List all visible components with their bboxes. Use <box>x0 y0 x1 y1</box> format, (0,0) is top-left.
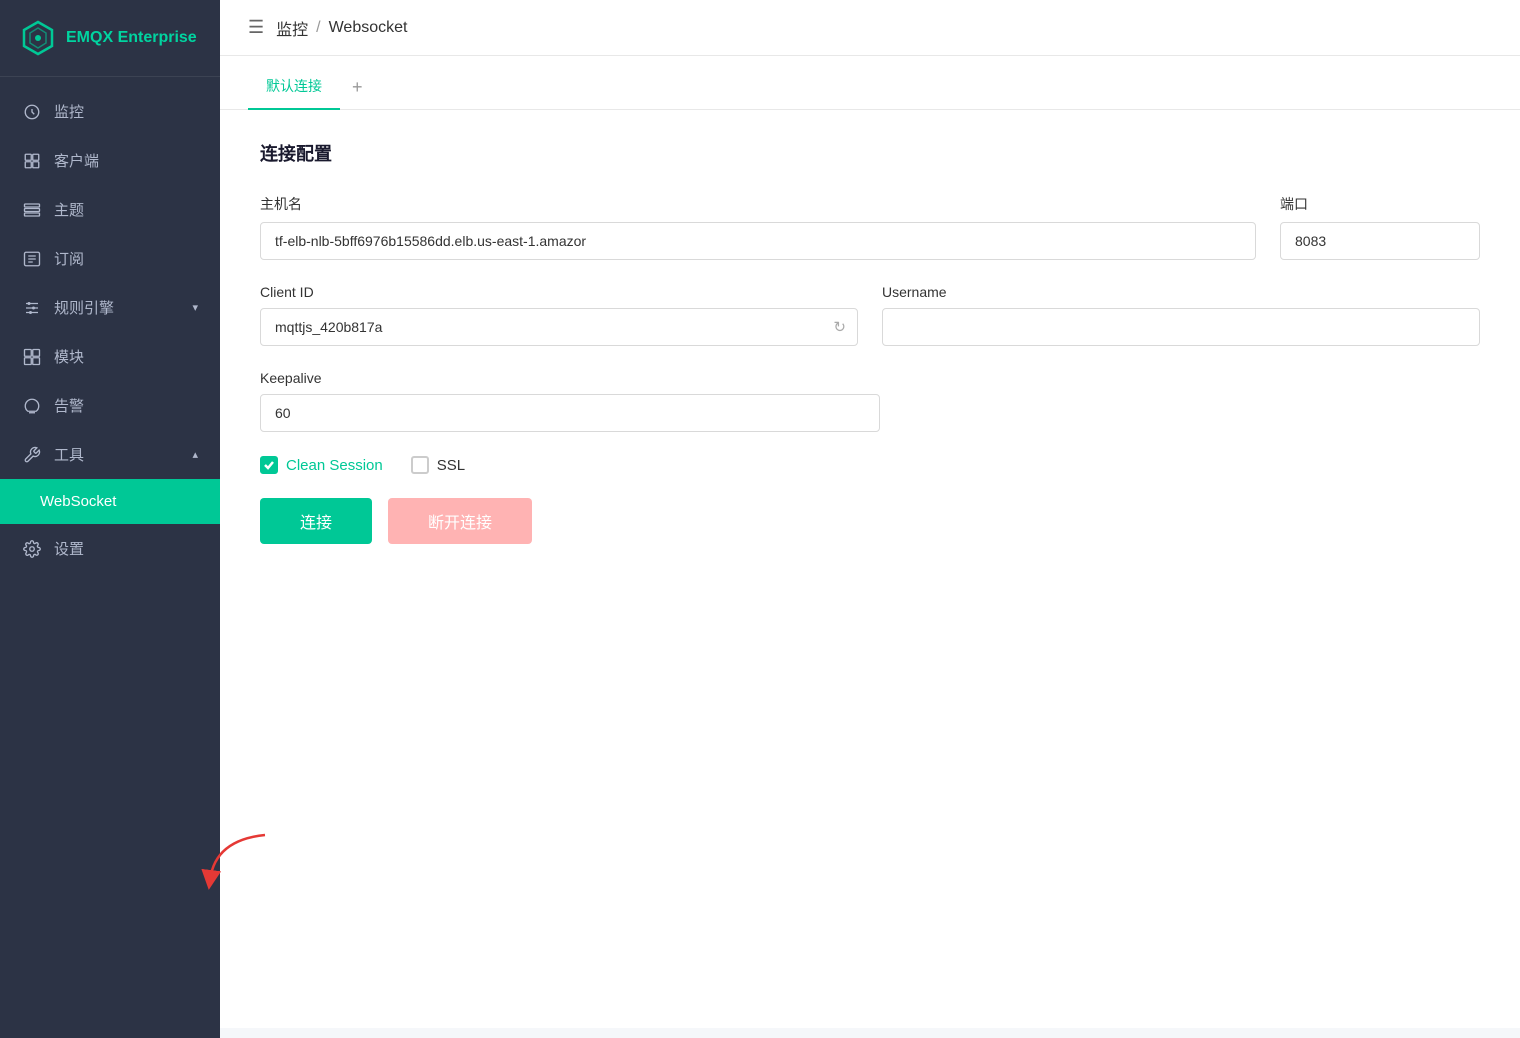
main-area: ☰ 监控 / Websocket 默认连接 + 连接配置 主机名 <box>220 0 1520 1038</box>
sidebar-item-topics[interactable]: 主题 <box>0 185 220 234</box>
section-title: 连接配置 <box>260 140 1480 166</box>
clean-session-checkbox[interactable] <box>260 456 278 474</box>
sidebar-item-subscriptions[interactable]: 订阅 <box>0 234 220 283</box>
sidebar-item-label: 设置 <box>54 538 84 559</box>
keepalive-row: Keepalive <box>260 370 1480 432</box>
tab-add-button[interactable]: + <box>340 69 375 110</box>
topics-icon <box>22 200 42 220</box>
sidebar-nav: 监控 客户端 主题 订阅 规则引擎 ▾ <box>0 77 220 1038</box>
clientid-group: Client ID ↻ <box>260 284 858 346</box>
rules-arrow: ▾ <box>192 301 198 314</box>
sidebar-item-label: 规则引擎 <box>54 297 114 318</box>
logo-icon <box>20 20 56 56</box>
port-input[interactable] <box>1280 222 1480 260</box>
host-label: 主机名 <box>260 194 1256 214</box>
host-input[interactable] <box>260 222 1256 260</box>
sidebar-item-label: 告警 <box>54 395 84 416</box>
keepalive-input[interactable] <box>260 394 880 432</box>
sidebar-item-label: 工具 <box>54 444 84 465</box>
sidebar-item-alerts[interactable]: 告警 <box>0 381 220 430</box>
clientid-input[interactable] <box>260 308 858 346</box>
sidebar-item-label: 监控 <box>54 101 84 122</box>
subscriptions-icon <box>22 249 42 269</box>
rules-icon <box>22 298 42 318</box>
sidebar-item-modules[interactable]: 模块 <box>0 332 220 381</box>
sidebar-item-settings[interactable]: 设置 <box>0 524 220 573</box>
tools-icon <box>22 445 42 465</box>
topbar: ☰ 监控 / Websocket <box>220 0 1520 56</box>
tab-add-icon: + <box>352 77 363 97</box>
ssl-checkbox[interactable] <box>411 456 429 474</box>
logo-text: EMQX Enterprise <box>66 28 197 47</box>
port-group: 端口 <box>1280 194 1480 260</box>
username-input[interactable] <box>882 308 1480 346</box>
content-area: 默认连接 + 连接配置 主机名 端口 <box>220 56 1520 1038</box>
keepalive-group: Keepalive <box>260 370 1480 432</box>
disconnect-button[interactable]: 断开连接 <box>388 498 532 544</box>
ssl-checkbox-group[interactable]: SSL <box>411 456 465 474</box>
clients-icon <box>22 151 42 171</box>
sidebar-item-label: 主题 <box>54 199 84 220</box>
button-row: 连接 断开连接 <box>260 498 1480 544</box>
port-label: 端口 <box>1280 194 1480 214</box>
sidebar-item-monitor[interactable]: 监控 <box>0 87 220 136</box>
tab-default-connection[interactable]: 默认连接 <box>248 66 340 110</box>
host-group: 主机名 <box>260 194 1256 260</box>
breadcrumb: 监控 / Websocket <box>276 16 407 40</box>
sidebar-item-rules[interactable]: 规则引擎 ▾ <box>0 283 220 332</box>
tab-label: 默认连接 <box>266 78 322 94</box>
sidebar-item-label: WebSocket <box>40 493 116 510</box>
keepalive-label: Keepalive <box>260 370 1480 386</box>
host-port-row: 主机名 端口 <box>260 194 1480 260</box>
sidebar-item-label: 模块 <box>54 346 84 367</box>
sidebar-item-websocket[interactable]: WebSocket <box>0 479 220 524</box>
settings-icon <box>22 539 42 559</box>
username-label: Username <box>882 284 1480 300</box>
options-row: Clean Session SSL <box>260 456 1480 474</box>
clientid-username-row: Client ID ↻ Username <box>260 284 1480 346</box>
sidebar: EMQX Enterprise 监控 客户端 主题 订阅 <box>0 0 220 1038</box>
menu-toggle-icon[interactable]: ☰ <box>248 17 264 38</box>
username-group: Username <box>882 284 1480 346</box>
sidebar-item-clients[interactable]: 客户端 <box>0 136 220 185</box>
clean-session-checkbox-group[interactable]: Clean Session <box>260 456 383 474</box>
modules-icon <box>22 347 42 367</box>
refresh-icon[interactable]: ↻ <box>833 318 846 336</box>
clientid-input-wrap: ↻ <box>260 308 858 346</box>
breadcrumb-parent: 监控 <box>276 16 308 40</box>
monitor-icon <box>22 102 42 122</box>
ssl-label: SSL <box>437 457 465 474</box>
alerts-icon <box>22 396 42 416</box>
breadcrumb-separator: / <box>316 19 320 37</box>
breadcrumb-current: Websocket <box>329 19 408 37</box>
sidebar-item-tools[interactable]: 工具 ▴ <box>0 430 220 479</box>
checkmark-icon <box>263 459 275 471</box>
tools-arrow: ▴ <box>192 448 198 461</box>
sidebar-item-label: 客户端 <box>54 150 99 171</box>
tabs-bar: 默认连接 + <box>220 56 1520 110</box>
clean-session-label: Clean Session <box>286 457 383 474</box>
sidebar-item-label: 订阅 <box>54 248 84 269</box>
clientid-label: Client ID <box>260 284 858 300</box>
connect-button[interactable]: 连接 <box>260 498 372 544</box>
form-panel: 连接配置 主机名 端口 Client ID ↻ <box>220 110 1520 1028</box>
logo-area: EMQX Enterprise <box>0 0 220 77</box>
